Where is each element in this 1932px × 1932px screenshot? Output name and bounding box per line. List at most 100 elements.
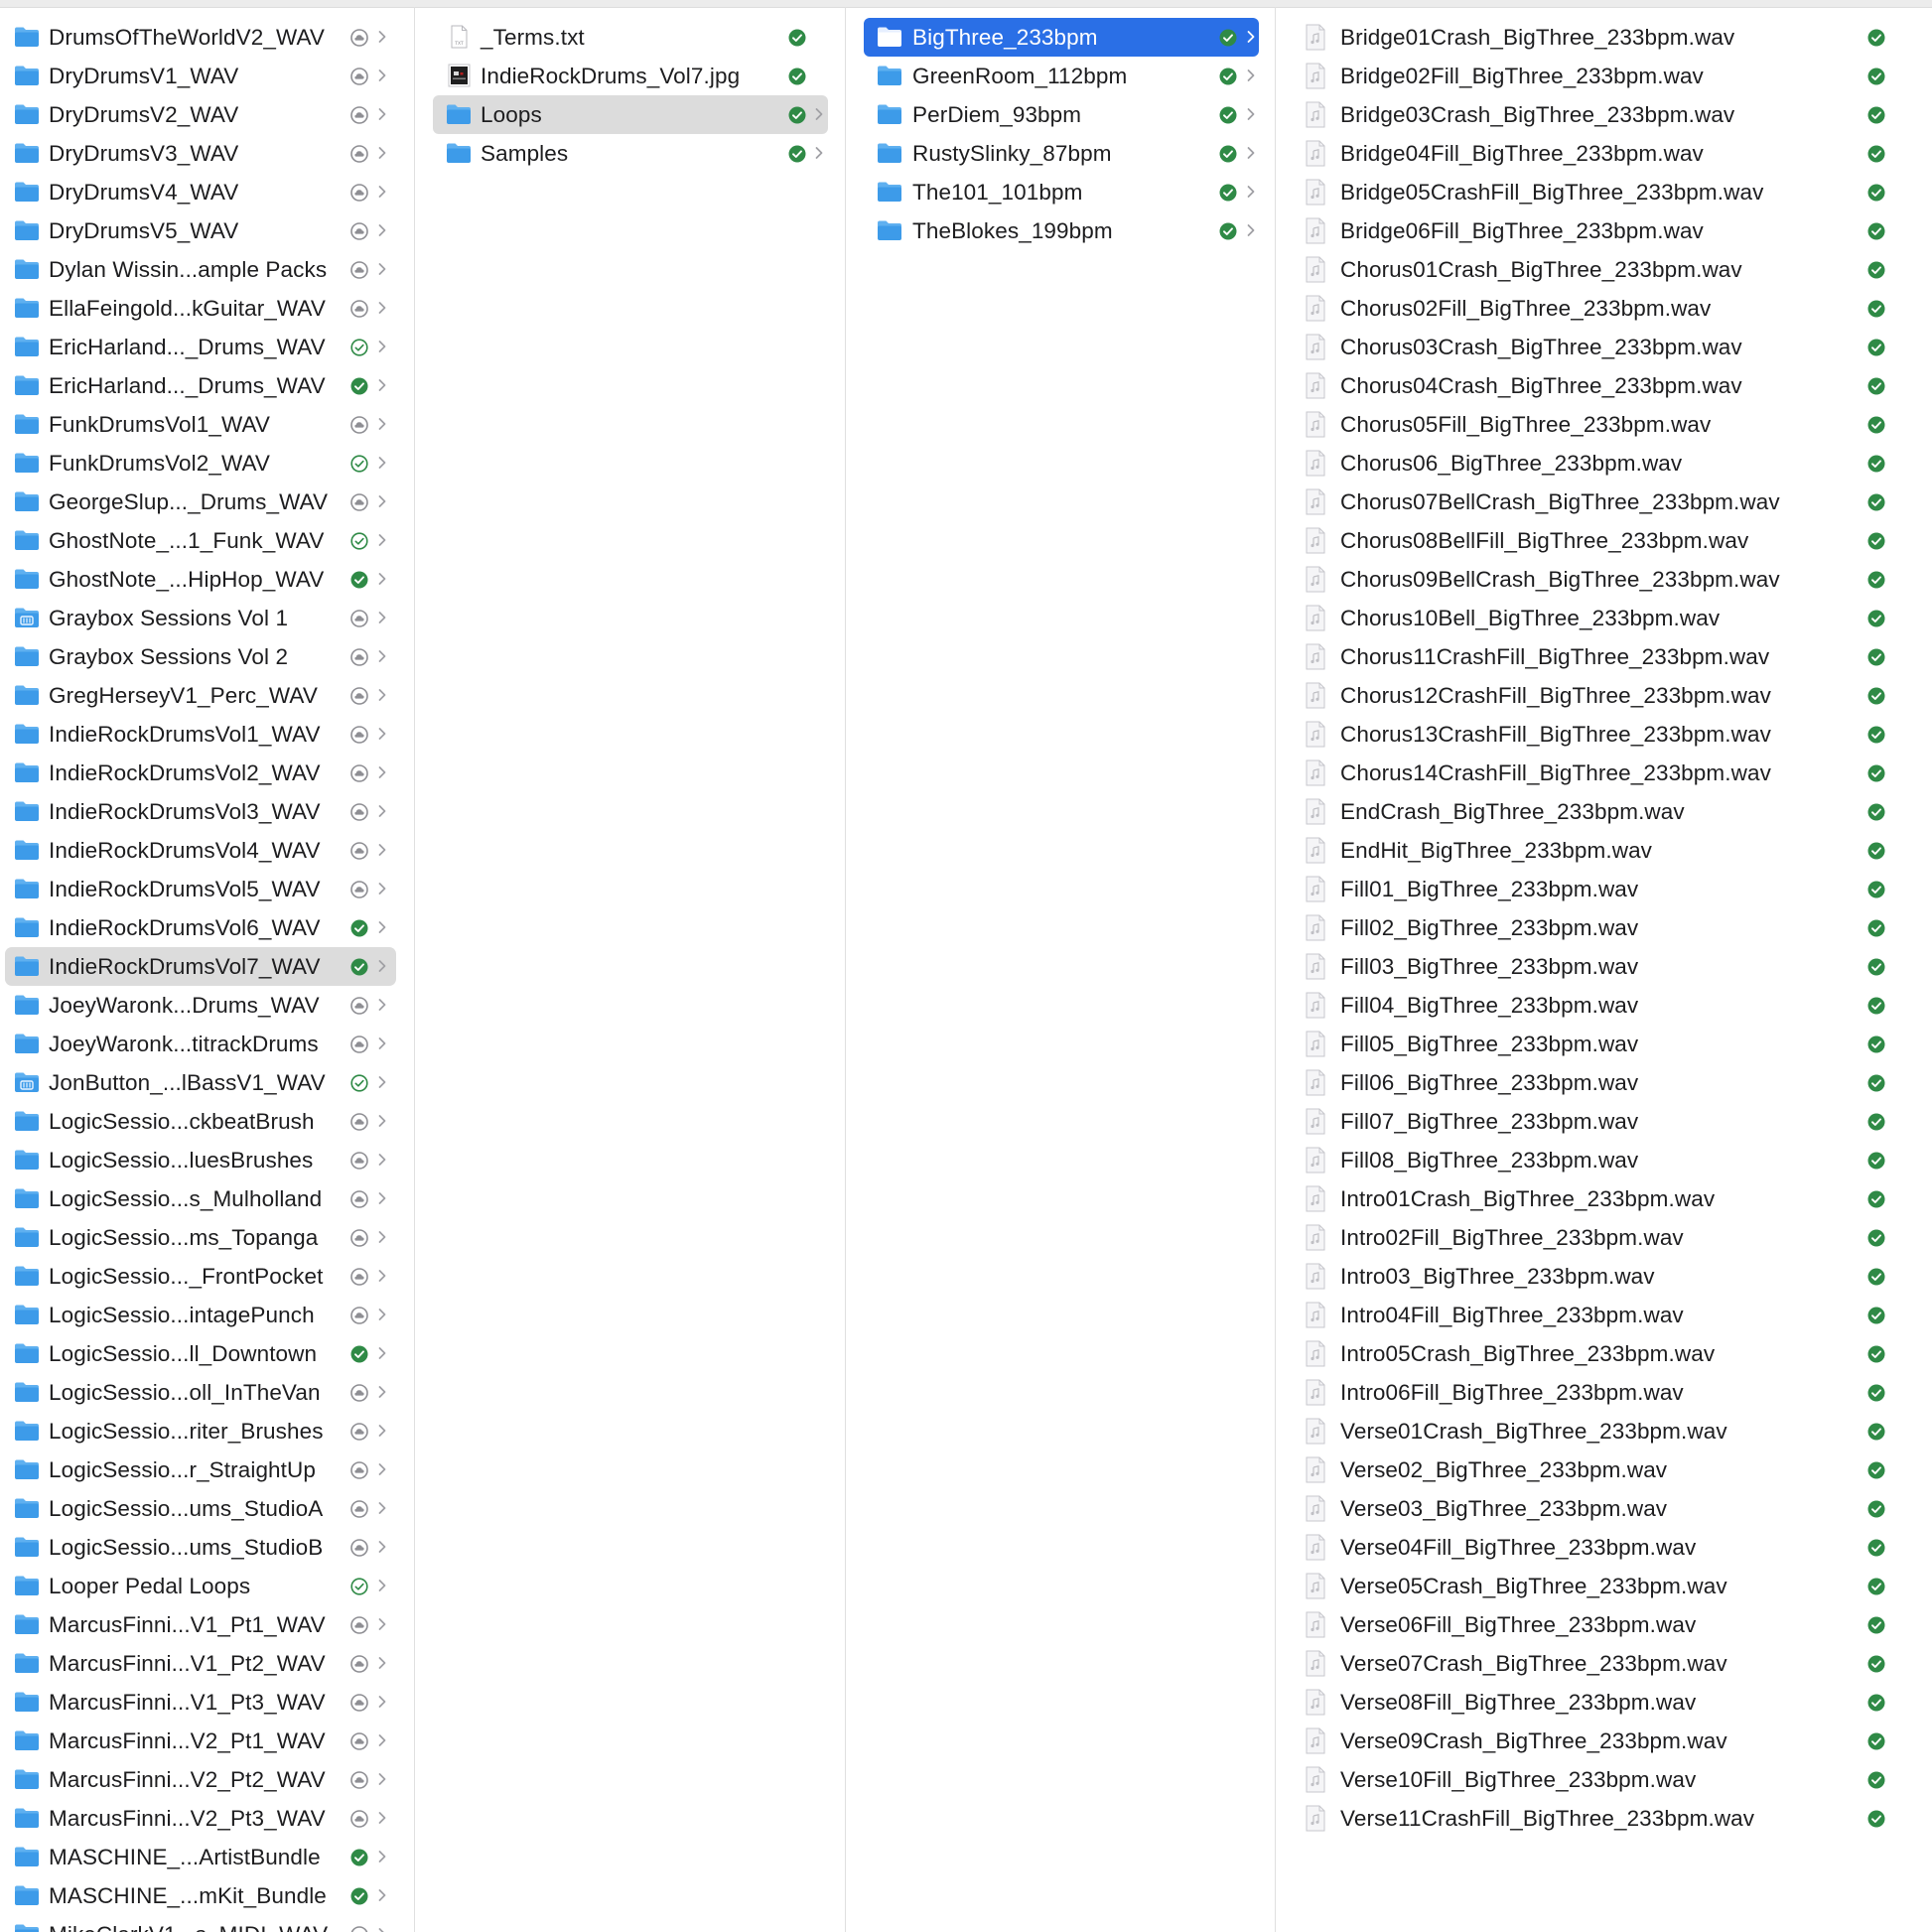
finder-column-libraries[interactable]: DrumsOfTheWorldV2_WAV DryDrumsV1_WAV DryDr… (0, 7, 415, 1932)
chevron-right-icon[interactable] (376, 1576, 388, 1595)
folder-row-ghostnote-1-funk-wav[interactable]: GhostNote_...1_Funk_WAV (0, 521, 414, 560)
folder-row-indierockdrumsvol6-wav[interactable]: IndieRockDrumsVol6_WAV (0, 908, 414, 947)
folder-row-marcusfinni-v2-pt1-wav[interactable]: MarcusFinni...V2_Pt1_WAV (0, 1722, 414, 1760)
chevron-right-icon[interactable] (376, 724, 388, 744)
chevron-right-icon[interactable] (376, 1305, 388, 1324)
chevron-right-icon[interactable] (376, 840, 388, 860)
chevron-right-icon[interactable] (376, 1537, 388, 1557)
folder-row-ericharland-drums-wav[interactable]: EricHarland..._Drums_WAV (0, 328, 414, 366)
folder-row-jonbutton-lbassv1-wav[interactable]: JonButton_...lBassV1_WAV (0, 1063, 414, 1102)
file-row-verse07crash-bigthree-233bpm-wav[interactable]: Verse07Crash_BigThree_233bpm.wav (1276, 1644, 1932, 1683)
file-row-chorus10bell-bigthree-233bpm-wav[interactable]: Chorus10Bell_BigThree_233bpm.wav (1276, 599, 1932, 637)
file-row-fill08-bigthree-233bpm-wav[interactable]: Fill08_BigThree_233bpm.wav (1276, 1141, 1932, 1179)
folder-row-marcusfinni-v1-pt2-wav[interactable]: MarcusFinni...V1_Pt2_WAV (0, 1644, 414, 1683)
folder-row-joeywaronk-titrackdrums[interactable]: JoeyWaronk...titrackDrums (0, 1025, 414, 1063)
folder-row-graybox-sessions-vol-2[interactable]: Graybox Sessions Vol 2 (0, 637, 414, 676)
folder-row-drumsoftheworldv2-wav[interactable]: DrumsOfTheWorldV2_WAV (0, 18, 414, 57)
chevron-right-icon[interactable] (1245, 104, 1257, 124)
file-row-chorus12crashfill-bigthree-233bpm-wav[interactable]: Chorus12CrashFill_BigThree_233bpm.wav (1276, 676, 1932, 715)
folder-row-dylan-wissin-ample-packs[interactable]: Dylan Wissin...ample Packs (0, 250, 414, 289)
folder-row-perdiem-93bpm[interactable]: PerDiem_93bpm (864, 95, 1259, 134)
file-row-endhit-bigthree-233bpm-wav[interactable]: EndHit_BigThree_233bpm.wav (1276, 831, 1932, 870)
chevron-right-icon[interactable] (376, 1034, 388, 1053)
file-row-chorus05fill-bigthree-233bpm-wav[interactable]: Chorus05Fill_BigThree_233bpm.wav (1276, 405, 1932, 444)
file-row-intro02fill-bigthree-233bpm-wav[interactable]: Intro02Fill_BigThree_233bpm.wav (1276, 1218, 1932, 1257)
chevron-right-icon[interactable] (376, 801, 388, 821)
file-row-verse04fill-bigthree-233bpm-wav[interactable]: Verse04Fill_BigThree_233bpm.wav (1276, 1528, 1932, 1567)
chevron-right-icon[interactable] (1245, 220, 1257, 240)
folder-row-gregherseyv1-perc-wav[interactable]: GregHerseyV1_Perc_WAV (0, 676, 414, 715)
chevron-right-icon[interactable] (376, 259, 388, 279)
folder-row-rustyslinky-87bpm[interactable]: RustySlinky_87bpm (864, 134, 1259, 173)
folder-row-mikeclarkv1-s-midi-wav[interactable]: MikeClarkV1...s_MIDI_WAV (0, 1915, 414, 1932)
file-row-bridge02fill-bigthree-233bpm-wav[interactable]: Bridge02Fill_BigThree_233bpm.wav (1276, 57, 1932, 95)
chevron-right-icon[interactable] (376, 646, 388, 666)
file-row-verse03-bigthree-233bpm-wav[interactable]: Verse03_BigThree_233bpm.wav (1276, 1489, 1932, 1528)
chevron-right-icon[interactable] (376, 1266, 388, 1286)
chevron-right-icon[interactable] (376, 1421, 388, 1441)
folder-row-drydrumsv2-wav[interactable]: DryDrumsV2_WAV (0, 95, 414, 134)
finder-column-pack-contents[interactable]: TXT _Terms.txt IndieRockDrums_Vol7.jpg Loop… (415, 7, 846, 1932)
folder-row-joeywaronk-drums-wav[interactable]: JoeyWaronk...Drums_WAV (0, 986, 414, 1025)
chevron-right-icon[interactable] (376, 1885, 388, 1905)
file-row-verse02-bigthree-233bpm-wav[interactable]: Verse02_BigThree_233bpm.wav (1276, 1450, 1932, 1489)
file-row-verse05crash-bigthree-233bpm-wav[interactable]: Verse05Crash_BigThree_233bpm.wav (1276, 1567, 1932, 1605)
chevron-right-icon[interactable] (376, 608, 388, 627)
folder-row-indierockdrumsvol4-wav[interactable]: IndieRockDrumsVol4_WAV (0, 831, 414, 870)
file-row-verse06fill-bigthree-233bpm-wav[interactable]: Verse06Fill_BigThree_233bpm.wav (1276, 1605, 1932, 1644)
file-row-indierockdrums-vol7-jpg[interactable]: IndieRockDrums_Vol7.jpg (433, 57, 828, 95)
chevron-right-icon[interactable] (376, 685, 388, 705)
folder-row-logicsessio-ms-topanga[interactable]: LogicSessio...ms_Topanga (0, 1218, 414, 1257)
folder-row-logicsessio-ll-downtown[interactable]: LogicSessio...ll_Downtown (0, 1334, 414, 1373)
chevron-right-icon[interactable] (376, 879, 388, 898)
chevron-right-icon[interactable] (376, 1227, 388, 1247)
chevron-right-icon[interactable] (376, 220, 388, 240)
folder-row-logicsessio-ums-studioa[interactable]: LogicSessio...ums_StudioA (0, 1489, 414, 1528)
file-row-fill06-bigthree-233bpm-wav[interactable]: Fill06_BigThree_233bpm.wav (1276, 1063, 1932, 1102)
chevron-right-icon[interactable] (376, 1614, 388, 1634)
file-row-fill07-bigthree-233bpm-wav[interactable]: Fill07_BigThree_233bpm.wav (1276, 1102, 1932, 1141)
file-row-verse08fill-bigthree-233bpm-wav[interactable]: Verse08Fill_BigThree_233bpm.wav (1276, 1683, 1932, 1722)
chevron-right-icon[interactable] (376, 1111, 388, 1131)
file-row-chorus14crashfill-bigthree-233bpm-wav[interactable]: Chorus14CrashFill_BigThree_233bpm.wav (1276, 754, 1932, 792)
folder-row-the101-101bpm[interactable]: The101_101bpm (864, 173, 1259, 211)
folder-row-logicsessio-intagepunch[interactable]: LogicSessio...intagePunch (0, 1296, 414, 1334)
folder-row-drydrumsv5-wav[interactable]: DryDrumsV5_WAV (0, 211, 414, 250)
finder-column-loops[interactable]: BigThree_233bpm GreenRoom_112bpm PerDiem_9… (846, 7, 1276, 1932)
chevron-right-icon[interactable] (376, 104, 388, 124)
chevron-right-icon[interactable] (376, 1847, 388, 1866)
chevron-right-icon[interactable] (376, 453, 388, 473)
folder-row-logicsessio-ckbeatbrush[interactable]: LogicSessio...ckbeatBrush (0, 1102, 414, 1141)
folder-row-logicsessio-ums-studiob[interactable]: LogicSessio...ums_StudioB (0, 1528, 414, 1567)
chevron-right-icon[interactable] (376, 27, 388, 47)
chevron-right-icon[interactable] (376, 337, 388, 356)
folder-row-indierockdrumsvol1-wav[interactable]: IndieRockDrumsVol1_WAV (0, 715, 414, 754)
chevron-right-icon[interactable] (376, 143, 388, 163)
folder-row-samples[interactable]: Samples (433, 134, 828, 173)
file-row-intro06fill-bigthree-233bpm-wav[interactable]: Intro06Fill_BigThree_233bpm.wav (1276, 1373, 1932, 1412)
chevron-right-icon[interactable] (813, 143, 825, 163)
chevron-right-icon[interactable] (376, 298, 388, 318)
chevron-right-icon[interactable] (376, 1498, 388, 1518)
folder-row-logicsessio-frontpocket[interactable]: LogicSessio..._FrontPocket (0, 1257, 414, 1296)
file-row-fill05-bigthree-233bpm-wav[interactable]: Fill05_BigThree_233bpm.wav (1276, 1025, 1932, 1063)
folder-row-marcusfinni-v1-pt3-wav[interactable]: MarcusFinni...V1_Pt3_WAV (0, 1683, 414, 1722)
file-row-chorus01crash-bigthree-233bpm-wav[interactable]: Chorus01Crash_BigThree_233bpm.wav (1276, 250, 1932, 289)
file-row-intro04fill-bigthree-233bpm-wav[interactable]: Intro04Fill_BigThree_233bpm.wav (1276, 1296, 1932, 1334)
folder-row-maschine-artistbundle[interactable]: MASCHINE_...ArtistBundle (0, 1838, 414, 1876)
file-row-bridge05crashfill-bigthree-233bpm-wav[interactable]: Bridge05CrashFill_BigThree_233bpm.wav (1276, 173, 1932, 211)
chevron-right-icon[interactable] (376, 530, 388, 550)
file-row-bridge03crash-bigthree-233bpm-wav[interactable]: Bridge03Crash_BigThree_233bpm.wav (1276, 95, 1932, 134)
chevron-right-icon[interactable] (376, 1730, 388, 1750)
folder-row-marcusfinni-v2-pt3-wav[interactable]: MarcusFinni...V2_Pt3_WAV (0, 1799, 414, 1838)
chevron-right-icon[interactable] (1245, 66, 1257, 85)
folder-row-indierockdrumsvol5-wav[interactable]: IndieRockDrumsVol5_WAV (0, 870, 414, 908)
chevron-right-icon[interactable] (376, 995, 388, 1015)
chevron-right-icon[interactable] (376, 182, 388, 202)
file-row-chorus09bellcrash-bigthree-233bpm-wav[interactable]: Chorus09BellCrash_BigThree_233bpm.wav (1276, 560, 1932, 599)
chevron-right-icon[interactable] (376, 66, 388, 85)
file-row-intro03-bigthree-233bpm-wav[interactable]: Intro03_BigThree_233bpm.wav (1276, 1257, 1932, 1296)
file-row-chorus02fill-bigthree-233bpm-wav[interactable]: Chorus02Fill_BigThree_233bpm.wav (1276, 289, 1932, 328)
folder-row-marcusfinni-v2-pt2-wav[interactable]: MarcusFinni...V2_Pt2_WAV (0, 1760, 414, 1799)
file-row-intro01crash-bigthree-233bpm-wav[interactable]: Intro01Crash_BigThree_233bpm.wav (1276, 1179, 1932, 1218)
